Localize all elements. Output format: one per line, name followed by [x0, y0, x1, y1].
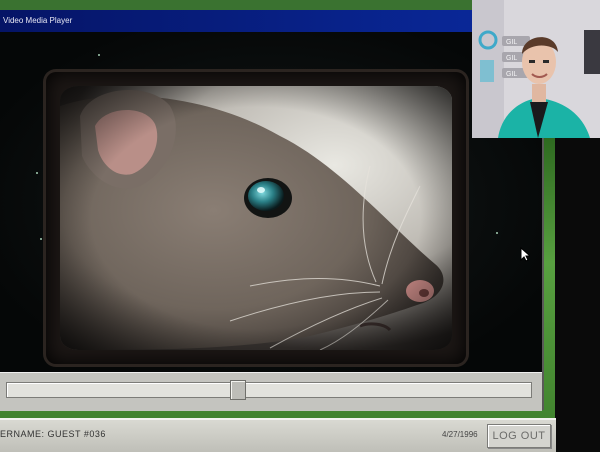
webcam-overlay: GIL GIL GIL: [472, 0, 600, 138]
playback-controls: [0, 372, 542, 411]
rat-closeup-image: [60, 86, 452, 350]
wall-sign-label: GIL: [506, 55, 517, 62]
screen-star: [36, 172, 38, 174]
seek-thumb[interactable]: [230, 380, 247, 400]
video-screen[interactable]: [0, 32, 542, 372]
video-player-window: Video Media Player: [0, 0, 544, 411]
screen-star: [40, 238, 42, 240]
mouse-cursor-icon: [520, 247, 530, 262]
streamer-webcam-image: GIL GIL GIL: [472, 0, 600, 138]
wallpaper-top-strip: [0, 0, 542, 10]
screen-star: [98, 54, 100, 56]
window-title: Video Media Player: [3, 16, 73, 25]
wall-sign-label: GIL: [506, 39, 517, 46]
taskbar: ERNAME: GUEST #036 4/27/1996 LOG OUT: [0, 418, 556, 452]
wall-sign-label: GIL: [506, 71, 517, 78]
screen-star: [496, 232, 498, 234]
crt-tv-frame: [46, 72, 466, 364]
window-titlebar[interactable]: Video Media Player: [0, 10, 542, 32]
seek-bar[interactable]: [6, 382, 532, 398]
video-frame: [60, 86, 452, 350]
username-label: ERNAME: GUEST #036: [0, 429, 106, 439]
desktop-dark-strip: [555, 138, 600, 450]
date-label: 4/27/1996: [442, 430, 478, 439]
logout-button[interactable]: LOG OUT: [487, 424, 551, 448]
